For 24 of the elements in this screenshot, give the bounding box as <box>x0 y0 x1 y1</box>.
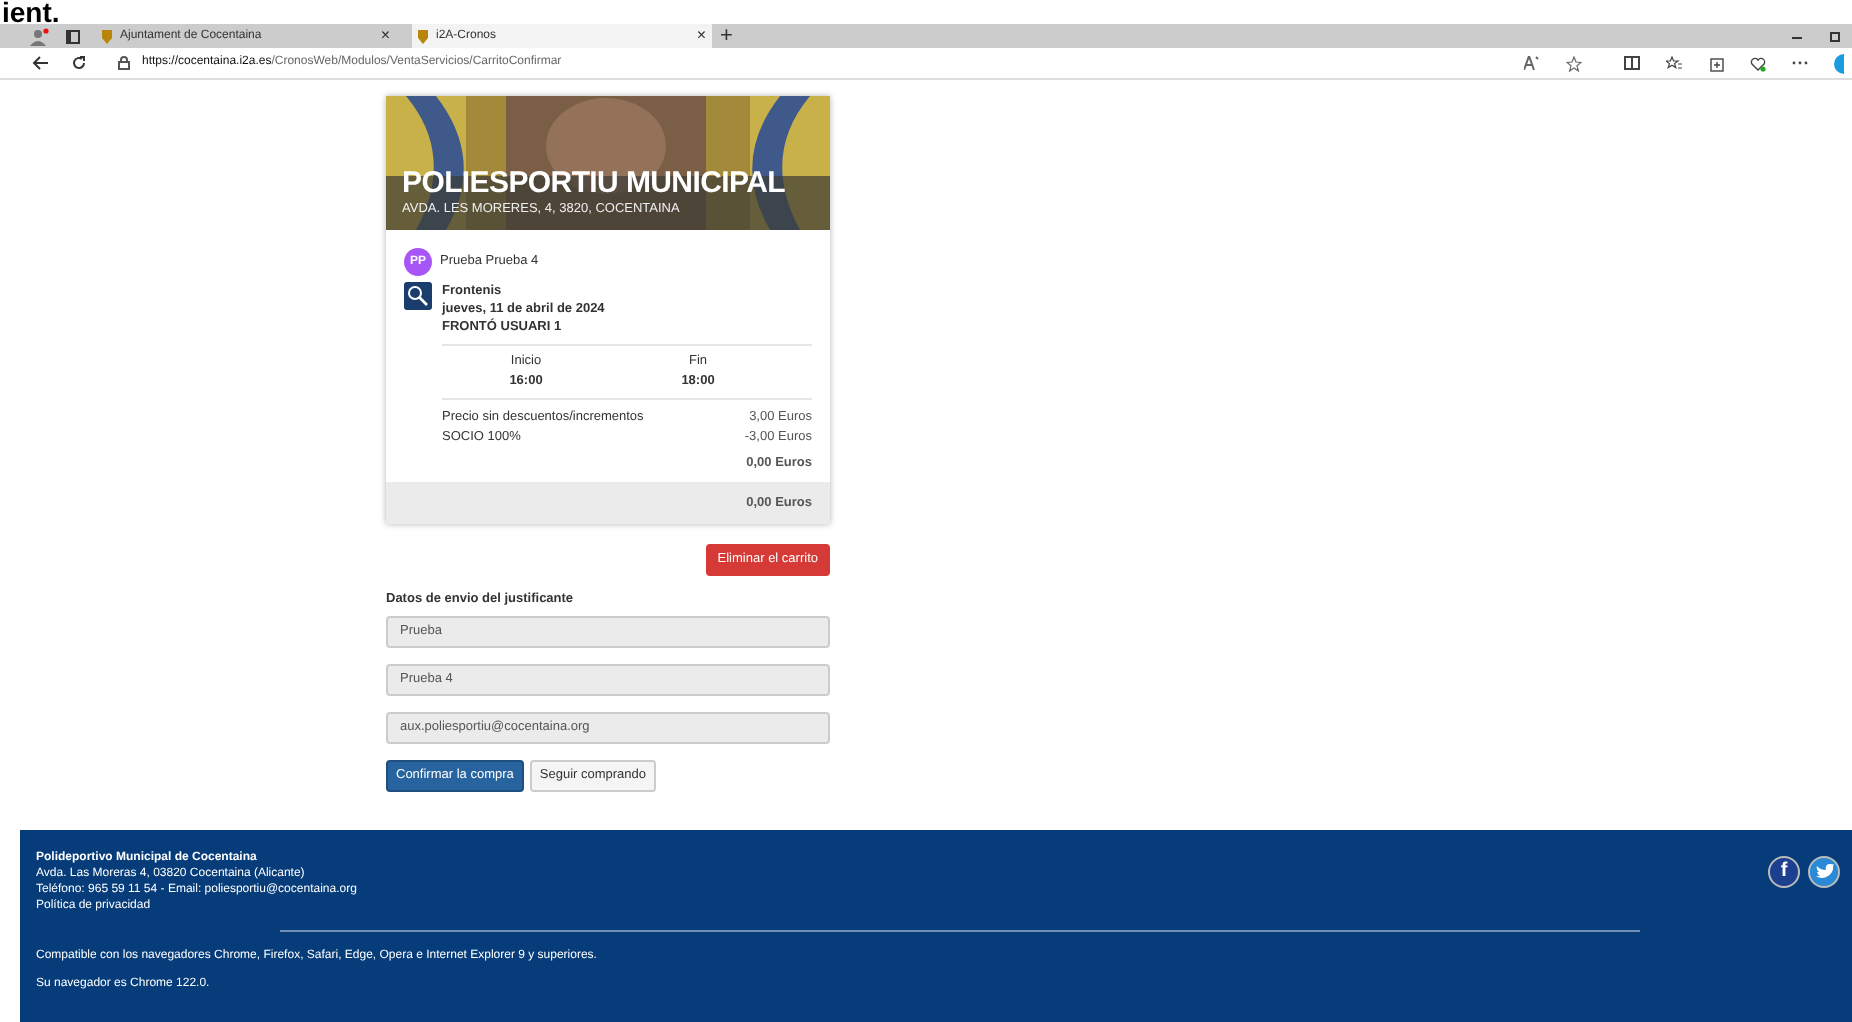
star-icon[interactable] <box>1566 55 1582 71</box>
read-aloud-icon[interactable] <box>1524 56 1540 70</box>
shield-icon <box>102 29 112 43</box>
shield-icon <box>418 29 428 43</box>
heart-icon[interactable] <box>1750 55 1766 71</box>
restore-icon[interactable] <box>1830 31 1840 41</box>
favorites-icon[interactable] <box>1666 56 1682 70</box>
caption-text: ient. <box>2 0 60 24</box>
venue-name: POLIESPORTIU MUNICIPAL <box>402 164 785 202</box>
profile-icon[interactable] <box>30 27 50 45</box>
lock-icon[interactable] <box>118 56 130 70</box>
more-icon[interactable] <box>1792 60 1808 66</box>
close-icon[interactable]: × <box>380 24 390 48</box>
split-screen-icon[interactable] <box>1624 56 1640 70</box>
collections-icon[interactable] <box>1708 55 1724 71</box>
new-tab-icon[interactable]: + <box>720 25 733 47</box>
tab-actions-icon[interactable] <box>66 29 80 43</box>
minimize-icon[interactable] <box>1792 31 1802 41</box>
twitter-icon[interactable] <box>1808 856 1840 888</box>
facebook-link[interactable]: f <box>1768 856 1800 888</box>
back-icon[interactable] <box>32 56 48 70</box>
copilot-icon[interactable] <box>1834 53 1844 73</box>
close-icon[interactable]: × <box>696 24 706 48</box>
reload-icon[interactable] <box>72 56 86 70</box>
